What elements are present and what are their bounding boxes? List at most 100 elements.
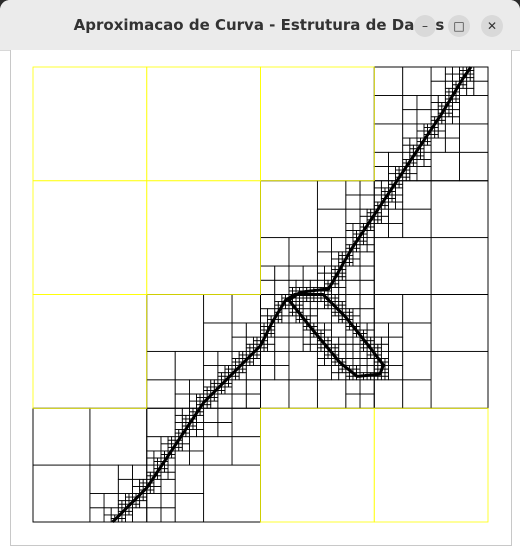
quadtree-cell [316, 265, 325, 274]
quadtree-cell [235, 372, 240, 377]
quadtree-cell [249, 347, 254, 352]
quadtree-cell [231, 375, 237, 381]
close-button[interactable]: ✕ [481, 15, 503, 37]
quadtree-cell [117, 507, 123, 512]
quadtree-cell [121, 514, 126, 519]
quadtree-cell [469, 73, 475, 79]
quadtree-cell [402, 66, 432, 96]
quadtree-cell [231, 350, 240, 359]
quadtree-cell [373, 361, 379, 366]
quadtree-cell [245, 322, 261, 338]
quadtree-cell [217, 350, 233, 367]
empty-quadrant [32, 180, 148, 295]
quadtree-cell [146, 379, 176, 409]
quadtree-cell [334, 311, 340, 317]
quadtree-cell [373, 215, 379, 221]
quadtree-cell [345, 294, 361, 310]
quadtree-cell [380, 343, 389, 352]
quadtree-cell [373, 368, 379, 374]
minimize-button[interactable]: – [414, 15, 436, 37]
quadtree-cell [160, 436, 169, 445]
quadtree-cell [380, 215, 389, 224]
maximize-button[interactable]: □ [448, 15, 470, 37]
quadtree-cell [423, 159, 432, 167]
quadtree-cell [153, 478, 162, 487]
quadtree-cell [224, 372, 229, 377]
empty-quadrant [146, 66, 261, 182]
quadtree-cell [235, 375, 240, 381]
quadtree-cell [444, 66, 453, 75]
quadtree-cell [324, 265, 332, 274]
quadtree-cell [352, 230, 357, 235]
quadtree-cell [452, 98, 457, 103]
quadtree-cell [434, 127, 439, 132]
quadtree-cell [121, 500, 126, 505]
quadtree-cell [331, 297, 336, 303]
quadtree-cell [345, 322, 350, 327]
quadtree-cell [324, 336, 329, 342]
quadtree-cell [213, 397, 219, 402]
quadtree-cell [388, 194, 393, 199]
quadtree-cell [135, 503, 141, 509]
quadtree-cell [359, 393, 375, 409]
quadtree-cell [181, 414, 187, 420]
quadtree-cell [327, 336, 332, 342]
quadtree-cell [388, 151, 404, 167]
quadtree-cell [203, 390, 208, 395]
quadtree-cell [238, 358, 244, 363]
quadtree-cell [338, 315, 343, 320]
quadtree-cell [235, 361, 240, 366]
quadtree-cell [388, 336, 404, 352]
quadtree-cell [373, 343, 379, 349]
quadtree-cell [260, 279, 276, 295]
quadtree-cell [373, 95, 404, 125]
quadtree-cell [160, 478, 176, 494]
quadtree-cell [217, 422, 233, 438]
quadtree-cell [146, 350, 176, 381]
quadtree-cell [409, 173, 418, 182]
quadtree-cell [423, 144, 432, 153]
quadtree-cell [444, 73, 453, 82]
quadtree-cell [117, 464, 133, 480]
quadtree-cell [260, 322, 265, 327]
quadtree-cell [189, 379, 205, 395]
quadtree-cell [324, 358, 332, 366]
quadtree-cell [228, 382, 233, 388]
quadtree-cell [89, 407, 148, 466]
quadtree-cell [437, 130, 446, 139]
quadtree-cell [366, 336, 372, 342]
quadtree-cell [316, 180, 347, 210]
quadtree-cell [157, 475, 162, 480]
quadtree-cell [110, 514, 116, 519]
quadtree-cell [423, 141, 428, 146]
quadtree-cell [388, 322, 404, 338]
quadtree-cell [252, 358, 261, 366]
quadtree-cell [117, 503, 123, 509]
quadtree-cell [203, 436, 233, 466]
quadtree-cell [260, 379, 290, 409]
quadtree-cell [430, 151, 460, 182]
title-bar[interactable]: Aproximacao de Curva - Estrutura de Dado… [0, 0, 520, 51]
quadtree-cell [356, 368, 361, 374]
quadtree-cell [430, 109, 439, 118]
quadtree-cell [402, 208, 432, 239]
quadtree-cell [352, 343, 361, 352]
quadtree-cell [359, 350, 368, 359]
quadtree-cell [331, 308, 336, 313]
quadtree-cell [416, 109, 432, 125]
quadtree-cell [459, 95, 489, 125]
quadtree-cell [32, 407, 91, 466]
quadtree-cell [391, 191, 396, 196]
quadtree-cell [373, 223, 389, 239]
quadtree-cell [192, 407, 197, 413]
quadtree-cell [338, 276, 343, 281]
quadtree-cell [363, 333, 368, 338]
quadtree-cell [388, 180, 393, 185]
quadtree-cell [316, 329, 322, 334]
quadtree-cell [352, 336, 361, 345]
quadtree-cell [249, 358, 254, 363]
quadtree-cell [181, 418, 187, 423]
quadtree-cell [341, 318, 347, 324]
quadtree-cell [309, 279, 318, 288]
quadtree-cell [338, 304, 343, 310]
